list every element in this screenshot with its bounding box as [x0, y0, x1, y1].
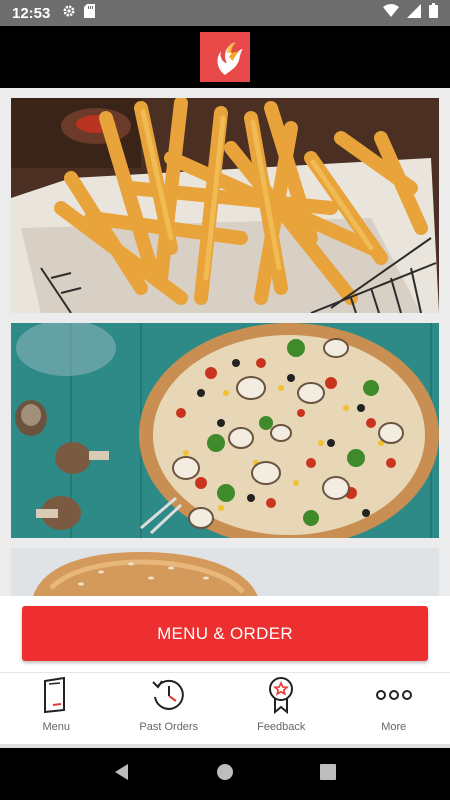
french-fries-photo [11, 98, 439, 313]
nav-label-feedback: Feedback [257, 721, 306, 733]
award-ribbon-icon [261, 675, 301, 715]
phoenix-logo-icon [200, 32, 250, 82]
system-nav-bar [0, 748, 450, 800]
menu-book-icon [36, 675, 76, 715]
menu-order-button[interactable]: MENU & ORDER [22, 606, 428, 661]
nav-label-menu: Menu [42, 721, 71, 733]
tile-burger[interactable] [11, 548, 439, 596]
wifi-icon [383, 3, 399, 23]
battery-icon [429, 3, 438, 23]
history-clock-icon [149, 675, 189, 715]
nav-item-feedback[interactable]: Feedback [225, 673, 338, 744]
nav-label-past-orders: Past Orders [139, 721, 199, 733]
status-time: 12:53 [12, 4, 51, 22]
nav-item-more[interactable]: More [338, 673, 450, 744]
bottom-nav: Menu Past Orders Feedback More [0, 672, 450, 744]
tile-pizza[interactable] [11, 323, 439, 538]
pizza-photo [11, 323, 439, 538]
gear-icon [62, 4, 76, 23]
nav-item-menu[interactable]: Menu [0, 673, 113, 744]
content-area [0, 88, 450, 596]
more-dots-icon [374, 675, 414, 715]
recents-icon[interactable] [319, 763, 337, 786]
back-icon[interactable] [113, 763, 131, 786]
app-header [0, 26, 450, 88]
home-icon[interactable] [216, 763, 234, 786]
burger-photo [11, 548, 439, 596]
tile-fries[interactable] [11, 98, 439, 313]
status-bar: 12:53 [0, 0, 450, 26]
sd-card-icon [84, 3, 96, 23]
nav-label-more: More [381, 721, 407, 733]
nav-item-past-orders[interactable]: Past Orders [113, 673, 226, 744]
cta-area: MENU & ORDER [0, 596, 450, 672]
signal-icon [407, 3, 421, 23]
